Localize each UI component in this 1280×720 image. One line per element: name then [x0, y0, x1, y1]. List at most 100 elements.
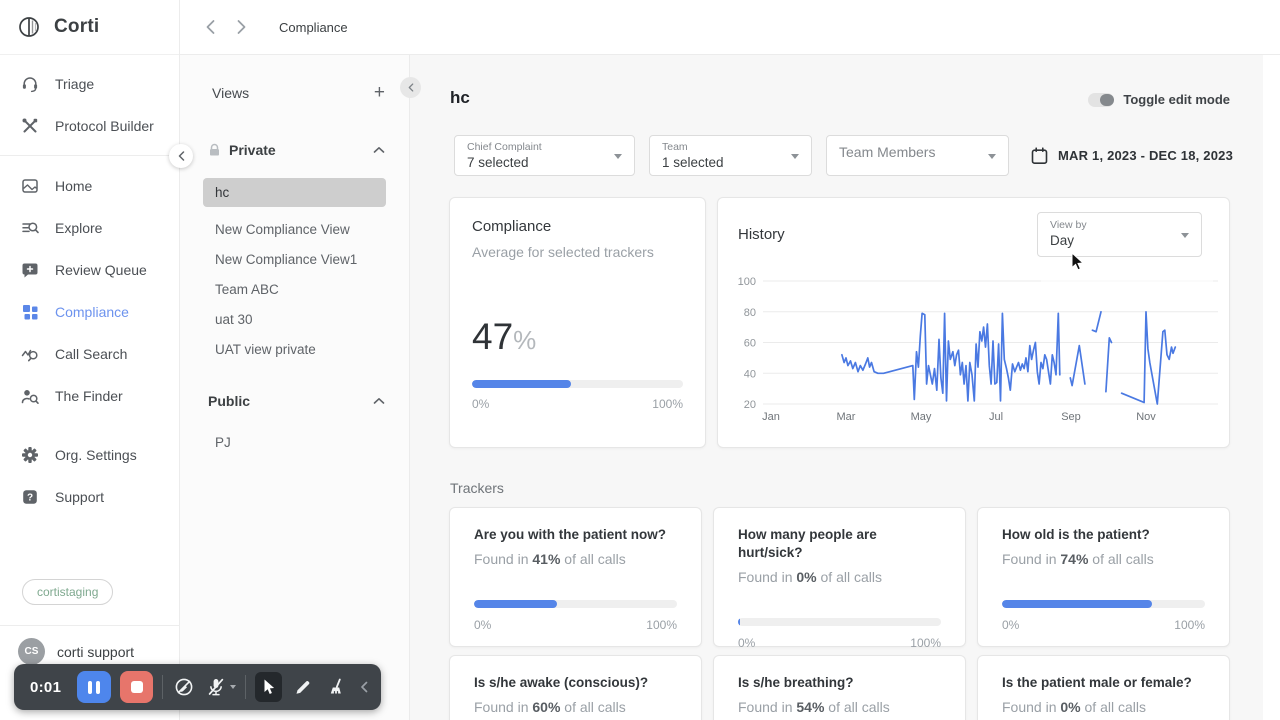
svg-text:20: 20 — [744, 399, 756, 411]
compliance-card-title: Compliance — [472, 218, 552, 235]
pause-recording-button[interactable] — [77, 671, 111, 703]
public-section-label: Public — [208, 393, 251, 409]
view-item[interactable]: UAT view private — [180, 334, 409, 364]
svg-text:Jan: Jan — [762, 411, 780, 423]
help-icon: ? — [23, 490, 37, 504]
view-item[interactable]: Team ABC — [180, 274, 409, 304]
compliance-value: 47% — [472, 316, 537, 357]
svg-text:60: 60 — [744, 338, 756, 350]
pencil-icon — [296, 681, 310, 694]
scrollbar-gutter[interactable] — [1263, 55, 1280, 720]
tooltip-ghost — [1041, 259, 1213, 311]
team-members-select[interactable]: Team Members — [826, 135, 1009, 176]
sidebar-collapse-button[interactable] — [169, 144, 193, 168]
select-label: Chief Complaint — [467, 141, 542, 153]
view-item[interactable]: uat 30 — [180, 304, 409, 334]
tracker-question: Is the patient male or female? — [1002, 675, 1192, 690]
toggle-edit-mode[interactable]: Toggle edit mode — [1088, 92, 1230, 107]
chevron-up-icon[interactable] — [373, 146, 385, 154]
views-collapse-button[interactable] — [400, 77, 421, 98]
stop-recording-button[interactable] — [119, 671, 154, 703]
back-icon[interactable] — [205, 19, 216, 35]
forward-icon[interactable] — [236, 19, 247, 35]
toolbar-divider — [245, 675, 246, 699]
chevron-down-icon — [614, 154, 622, 159]
sidebar-item-label: Call Search — [55, 346, 128, 362]
sidebar: Corti Triage Protocol Builder Home Explo… — [0, 0, 180, 720]
person-search-icon — [21, 390, 39, 404]
chief-complaint-select[interactable]: Chief Complaint 7 selected — [454, 135, 635, 176]
trackers-heading: Trackers — [450, 480, 504, 496]
view-item-pj[interactable]: PJ — [180, 427, 409, 457]
chevron-left-icon — [178, 151, 184, 161]
tracker-question: Is s/he breathing? — [738, 675, 854, 690]
brand-logo-row[interactable]: Corti — [0, 0, 179, 55]
views-panel: Views + Private hc New Compliance View N… — [180, 55, 410, 720]
tracker-question: How old is the patient? — [1002, 527, 1150, 542]
scale-min: 0% — [474, 618, 492, 632]
tracker-card: Are you with the patient now? Found in 4… — [449, 507, 702, 647]
tracker-found-text: Found in 0% of all calls — [738, 569, 882, 585]
sidebar-item-label: Org. Settings — [55, 447, 137, 463]
home-icon — [22, 179, 38, 193]
avatar: CS — [18, 638, 45, 665]
sidebar-item-triage[interactable]: Triage — [0, 63, 179, 105]
calendar-icon — [1031, 146, 1048, 164]
sidebar-item-review-queue[interactable]: Review Queue — [0, 249, 179, 291]
toggle-edit-mode-label: Toggle edit mode — [1123, 92, 1230, 107]
chevron-left-icon — [408, 83, 413, 92]
sidebar-item-the-finder[interactable]: The Finder — [0, 375, 179, 417]
sidebar-item-support[interactable]: ? Support — [0, 476, 179, 518]
team-select[interactable]: Team 1 selected — [649, 135, 812, 176]
tracker-card: Is the patient male or female? Found in … — [977, 655, 1230, 720]
compliance-card: Compliance Average for selected trackers… — [449, 197, 706, 448]
broom-icon — [330, 678, 341, 694]
chevron-up-icon[interactable] — [373, 397, 385, 405]
svg-text:40: 40 — [744, 368, 756, 380]
sidebar-item-home[interactable]: Home — [0, 165, 179, 207]
tracker-progress-fill — [474, 600, 558, 608]
history-card: 20 40 60 80 100 Jan Mar May Jul Sep Nov History Vi… — [717, 197, 1230, 448]
chevron-down-icon — [230, 685, 237, 689]
view-by-select[interactable]: View by Day — [1037, 212, 1202, 257]
view-item-hc[interactable]: hc — [203, 178, 386, 207]
view-item[interactable]: New Compliance View1 — [180, 244, 409, 274]
svg-text:Mar: Mar — [837, 411, 856, 423]
mic-off-button[interactable] — [205, 676, 237, 698]
svg-text:100: 100 — [738, 276, 756, 288]
tracker-found-text: Found in 60% of all calls — [474, 699, 626, 715]
sidebar-item-protocol-builder[interactable]: Protocol Builder — [0, 105, 179, 147]
cursor-tool-button[interactable] — [254, 672, 283, 702]
tracker-card: How many people are hurt/sick? Found in … — [713, 507, 966, 650]
lock-icon — [210, 143, 219, 156]
svg-text:Sep: Sep — [1061, 411, 1081, 423]
tracker-found-text: Found in 41% of all calls — [474, 551, 626, 567]
svg-text:80: 80 — [744, 307, 756, 319]
clear-tool-button[interactable] — [324, 672, 348, 702]
view-item[interactable]: New Compliance View — [180, 214, 409, 244]
draw-tool-button[interactable] — [291, 672, 315, 702]
tracker-question: Is s/he awake (conscious)? — [474, 675, 649, 690]
toolbar-divider — [162, 675, 164, 699]
sidebar-item-label: Compliance — [55, 304, 129, 320]
corti-logo-icon — [19, 17, 39, 37]
sidebar-item-call-search[interactable]: Call Search — [0, 333, 179, 375]
tracker-progress-fill — [1002, 600, 1153, 608]
sidebar-item-compliance[interactable]: Compliance — [0, 291, 179, 333]
sidebar-item-label: Triage — [55, 76, 95, 92]
sidebar-item-org-settings[interactable]: Org. Settings — [0, 434, 179, 476]
mouse-cursor — [1071, 252, 1085, 271]
sidebar-item-explore[interactable]: Explore — [0, 207, 179, 249]
add-view-button[interactable]: + — [374, 83, 385, 102]
collapse-toolbar-button[interactable] — [356, 672, 371, 702]
scale-min: 0% — [738, 636, 756, 650]
brand-name: Corti — [54, 16, 100, 37]
cursor-tool-icon — [264, 679, 274, 694]
views-title: Views — [212, 85, 250, 101]
date-range-picker[interactable]: MAR 1, 2023 - DEC 18, 2023 — [1031, 146, 1233, 165]
compliance-progress-track — [472, 380, 683, 388]
camera-off-button[interactable] — [172, 672, 196, 702]
tracker-found-text: Found in 74% of all calls — [1002, 551, 1154, 567]
tracker-progress-track — [474, 600, 677, 608]
sidebar-item-label: Explore — [55, 220, 103, 236]
